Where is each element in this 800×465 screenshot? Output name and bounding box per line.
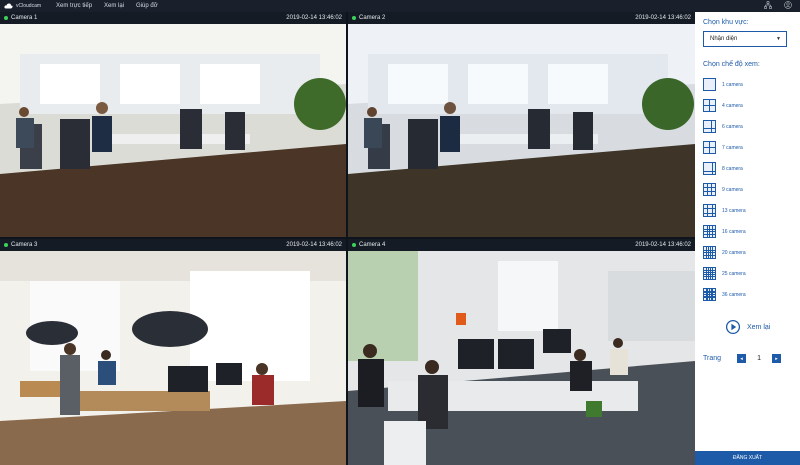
view-mode-label: Chọn chế độ xem:	[703, 61, 760, 68]
grid-9-icon	[703, 183, 716, 196]
network-icon[interactable]	[764, 1, 772, 9]
camera-header: Camera 2 2019-02-14 13:46:02	[348, 12, 695, 24]
sidebar: Chọn khu vực: Nhận diện ▼ Chọn chế độ xe…	[695, 12, 800, 465]
view-mode-20[interactable]: 20 camera	[703, 242, 793, 263]
view-mode-4[interactable]: 4 camera	[703, 95, 793, 116]
camera-timestamp: 2019-02-14 13:46:02	[286, 242, 342, 248]
camera-tile[interactable]: Camera 4 2019-02-14 13:46:02	[348, 239, 695, 465]
live-status-dot	[4, 243, 8, 247]
caret-down-icon: ▼	[776, 36, 781, 42]
view-mode-label: 7 camera	[722, 144, 743, 151]
camera-name: Camera 2	[359, 15, 386, 21]
camera-timestamp: 2019-02-14 13:46:02	[635, 15, 691, 21]
live-status-dot	[4, 16, 8, 20]
view-mode-label: 9 camera	[722, 186, 743, 193]
view-mode-8[interactable]: 8 camera	[703, 158, 793, 179]
area-select-value: Nhận diện	[710, 36, 738, 42]
logo: vCloudcam	[4, 3, 48, 9]
camera-grid: Camera 1 2019-02-14 13:46:02 Camera 2 20…	[0, 12, 695, 465]
view-mode-25[interactable]: 25 camera	[703, 263, 793, 284]
camera-name: Camera 3	[11, 242, 38, 248]
view-mode-7[interactable]: 7 camera	[703, 137, 793, 158]
camera-name: Camera 1	[11, 15, 38, 21]
camera-tile[interactable]: Camera 1 2019-02-14 13:46:02	[0, 12, 346, 237]
camera-tile[interactable]: Camera 2 2019-02-14 13:46:02	[348, 12, 695, 237]
camera-video	[348, 24, 695, 237]
grid-25-icon	[703, 267, 716, 280]
live-status-dot	[352, 243, 356, 247]
grid-8-icon	[703, 162, 716, 175]
view-mode-label: 20 camera	[722, 249, 746, 256]
pagination: Trang ◂ 1 ▸	[703, 354, 782, 363]
view-mode-label: 4 camera	[722, 102, 743, 109]
area-label: Chọn khu vực:	[703, 19, 749, 26]
grid-16-icon	[703, 225, 716, 238]
replay-button[interactable]: Xem lại	[725, 319, 770, 335]
view-mode-6[interactable]: 6 camera	[703, 116, 793, 137]
page-label: Trang	[703, 355, 722, 362]
grid-7-icon	[703, 141, 716, 154]
view-mode-1[interactable]: 1 camera	[703, 74, 793, 95]
camera-header: Camera 4 2019-02-14 13:46:02	[348, 239, 695, 251]
area-select[interactable]: Nhận diện ▼	[703, 31, 787, 47]
camera-video	[0, 24, 346, 237]
grid-13-icon	[703, 204, 716, 217]
camera-video	[0, 251, 346, 465]
logo-text: vCloudcam	[16, 3, 42, 9]
view-mode-list: 1 camera 4 camera 6 camera 7 camera 8 ca…	[703, 74, 793, 305]
camera-timestamp: 2019-02-14 13:46:02	[286, 15, 342, 21]
view-mode-13[interactable]: 13 camera	[703, 200, 793, 221]
view-mode-36[interactable]: 36 camera	[703, 284, 793, 305]
camera-timestamp: 2019-02-14 13:46:02	[635, 242, 691, 248]
view-mode-9[interactable]: 9 camera	[703, 179, 793, 200]
logout-button[interactable]: ĐĂNG XUẤT	[695, 451, 800, 465]
live-status-dot	[352, 16, 356, 20]
grid-4-icon	[703, 99, 716, 112]
menu-item-live[interactable]: Xem trực tiếp	[56, 3, 92, 9]
view-mode-label: 6 camera	[722, 123, 743, 130]
page-number: 1	[757, 355, 761, 362]
grid-1-icon	[703, 78, 716, 91]
camera-video	[348, 251, 695, 465]
grid-36-icon	[703, 288, 716, 301]
camera-header: Camera 3 2019-02-14 13:46:02	[0, 239, 346, 251]
camera-name: Camera 4	[359, 242, 386, 248]
menu-item-help[interactable]: Giúp đỡ	[136, 3, 158, 9]
replay-label: Xem lại	[747, 323, 771, 331]
view-mode-label: 16 camera	[722, 228, 746, 235]
menu-item-playback[interactable]: Xem lại	[104, 3, 124, 9]
view-mode-label: 8 camera	[722, 165, 743, 172]
grid-20-icon	[703, 246, 716, 259]
next-page-button[interactable]: ▸	[772, 354, 782, 363]
camera-header: Camera 1 2019-02-14 13:46:02	[0, 12, 346, 24]
view-mode-label: 1 camera	[722, 81, 743, 88]
user-icon[interactable]	[784, 1, 792, 9]
prev-page-button[interactable]: ◂	[737, 354, 747, 363]
view-mode-16[interactable]: 16 camera	[703, 221, 793, 242]
view-mode-label: 25 camera	[722, 270, 746, 277]
cloud-icon	[4, 3, 13, 9]
camera-tile[interactable]: Camera 3 2019-02-14 13:46:02	[0, 239, 346, 465]
grid-6-icon	[703, 120, 716, 133]
view-mode-label: 36 camera	[722, 291, 746, 298]
view-mode-label: 13 camera	[722, 207, 746, 214]
main-menu: Xem trực tiếp Xem lại Giúp đỡ	[56, 3, 158, 9]
top-bar: vCloudcam Xem trực tiếp Xem lại Giúp đỡ	[0, 0, 800, 12]
play-icon	[725, 319, 741, 335]
